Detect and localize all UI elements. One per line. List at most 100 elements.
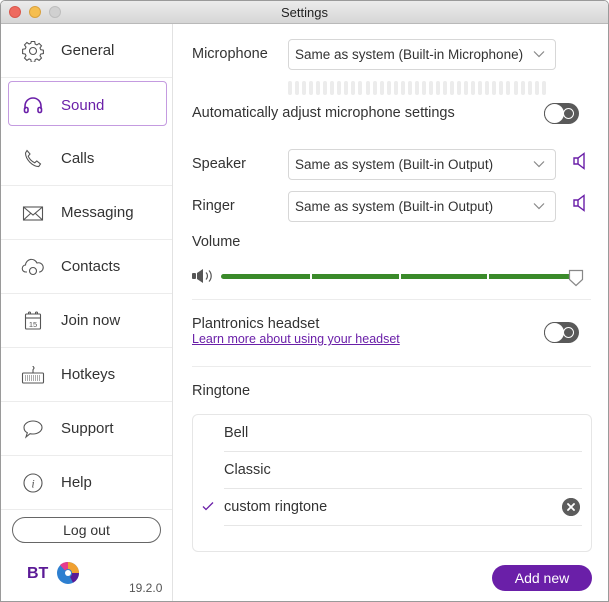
meter-bar: [358, 81, 363, 95]
ringer-label: Ringer: [192, 198, 235, 214]
sidebar-item-label: Join now: [61, 312, 121, 329]
volume-label: Volume: [192, 234, 241, 250]
toggle-knob: [544, 103, 565, 124]
cloud-contacts-icon: [21, 255, 45, 279]
meter-bar: [393, 81, 398, 95]
volume-speaker-icon: [192, 269, 212, 283]
test-ringer-icon[interactable]: [572, 194, 588, 212]
ringtone-item-bell[interactable]: Bell: [224, 415, 582, 452]
test-speaker-icon[interactable]: [572, 152, 588, 170]
sidebar-item-label: Help: [61, 474, 92, 491]
meter-bar: [506, 81, 511, 95]
meter-bar: [443, 81, 448, 95]
sidebar-item-label: General: [61, 42, 115, 59]
window-title: Settings: [281, 5, 328, 20]
speaker-select[interactable]: Same as system (Built-in Output): [288, 149, 556, 180]
sound-settings-panel: Microphone Same as system (Built-in Micr…: [173, 24, 608, 601]
ringtone-label: Ringtone: [192, 383, 251, 399]
toggle-off-indicator: [563, 108, 574, 119]
volume-slider-thumb[interactable]: [568, 269, 584, 287]
sidebar-item-join-now[interactable]: 15 Join now: [1, 294, 172, 348]
meter-bar: [435, 81, 440, 95]
ringtone-item-label: custom ringtone: [224, 499, 328, 515]
headset-help-link[interactable]: Learn more about using your headset: [192, 332, 400, 346]
meter-bar: [534, 81, 539, 95]
sidebar-item-contacts[interactable]: Contacts: [1, 240, 172, 294]
sidebar-item-sound[interactable]: Sound: [1, 78, 172, 132]
app-version: 19.2.0: [129, 581, 163, 595]
meter-bar: [407, 81, 412, 95]
headset-toggle[interactable]: [544, 322, 579, 343]
speaker-label: Speaker: [192, 156, 247, 172]
section-divider: [192, 366, 591, 367]
volume-segment-divider: [309, 273, 312, 280]
headphones-icon: [21, 93, 45, 117]
meter-bar: [330, 81, 335, 95]
info-icon: i: [21, 471, 45, 495]
auto-adjust-toggle[interactable]: [544, 103, 579, 124]
headset-label: Plantronics headset: [192, 316, 320, 332]
chevron-down-icon: [533, 203, 545, 210]
meter-bar: [478, 81, 483, 95]
sidebar-item-calls[interactable]: Calls: [1, 132, 172, 186]
meter-bar: [372, 81, 377, 95]
meter-bar: [351, 81, 356, 95]
ringer-select[interactable]: Same as system (Built-in Output): [288, 191, 556, 222]
bt-logo-text: BT: [27, 565, 49, 582]
sidebar-item-label: Hotkeys: [61, 366, 116, 383]
meter-bar: [386, 81, 391, 95]
chevron-down-icon: [533, 161, 545, 168]
ringtone-item-custom[interactable]: custom ringtone: [202, 489, 582, 526]
microphone-label: Microphone: [192, 46, 268, 62]
meter-bar: [365, 81, 370, 95]
sidebar-item-label: Messaging: [61, 204, 134, 221]
sidebar-item-label: Contacts: [61, 258, 121, 275]
volume-segment-divider: [487, 273, 490, 280]
microphone-select[interactable]: Same as system (Built-in Microphone): [288, 39, 556, 70]
meter-bar: [288, 81, 292, 95]
svg-text:i: i: [31, 476, 34, 490]
volume-segment-divider: [398, 273, 401, 280]
meter-bar: [492, 81, 497, 95]
ringtone-item-classic[interactable]: Classic: [224, 452, 582, 489]
speech-bubble-icon: [21, 417, 45, 441]
meter-bar: [527, 81, 532, 95]
phone-icon: [21, 147, 45, 171]
remove-ringtone-icon[interactable]: [562, 498, 580, 516]
meter-bar: [295, 81, 300, 95]
meter-bar: [450, 81, 455, 95]
sidebar-item-support[interactable]: Support: [1, 402, 172, 456]
sidebar-item-label: Sound: [61, 96, 105, 114]
meter-bar: [457, 81, 462, 95]
sidebar-item-label: Support: [61, 420, 114, 437]
meter-bar: [414, 81, 419, 95]
add-ringtone-button[interactable]: Add new: [492, 565, 592, 591]
toggle-off-indicator: [563, 327, 574, 338]
microphone-level-meter: [288, 81, 546, 95]
meter-bar: [541, 81, 546, 95]
calendar-icon: 15: [21, 309, 45, 333]
meter-bar: [464, 81, 469, 95]
logout-button[interactable]: Log out: [12, 517, 161, 543]
meter-bar: [485, 81, 490, 95]
chevron-down-icon: [533, 51, 545, 58]
sidebar-item-help[interactable]: i Help: [1, 456, 172, 510]
ringer-select-value: Same as system (Built-in Output): [295, 199, 494, 214]
envelope-icon: [21, 201, 45, 225]
gear-icon: [21, 39, 45, 63]
meter-bar: [499, 81, 504, 95]
svg-text:15: 15: [29, 320, 37, 329]
keyboard-icon: [21, 363, 45, 387]
sidebar-item-hotkeys[interactable]: Hotkeys: [1, 348, 172, 402]
meter-bar: [344, 81, 349, 95]
sidebar-item-messaging[interactable]: Messaging: [1, 186, 172, 240]
volume-slider[interactable]: [221, 269, 584, 292]
section-divider: [192, 299, 591, 300]
meter-bar: [302, 81, 307, 95]
meter-bar: [400, 81, 405, 95]
sidebar-item-general[interactable]: General: [1, 24, 172, 78]
microphone-select-value: Same as system (Built-in Microphone): [295, 47, 524, 62]
meter-bar: [428, 81, 433, 95]
sidebar: General Sound Calls Messaging Contacts 1…: [1, 24, 173, 601]
title-bar: Settings: [1, 1, 608, 24]
